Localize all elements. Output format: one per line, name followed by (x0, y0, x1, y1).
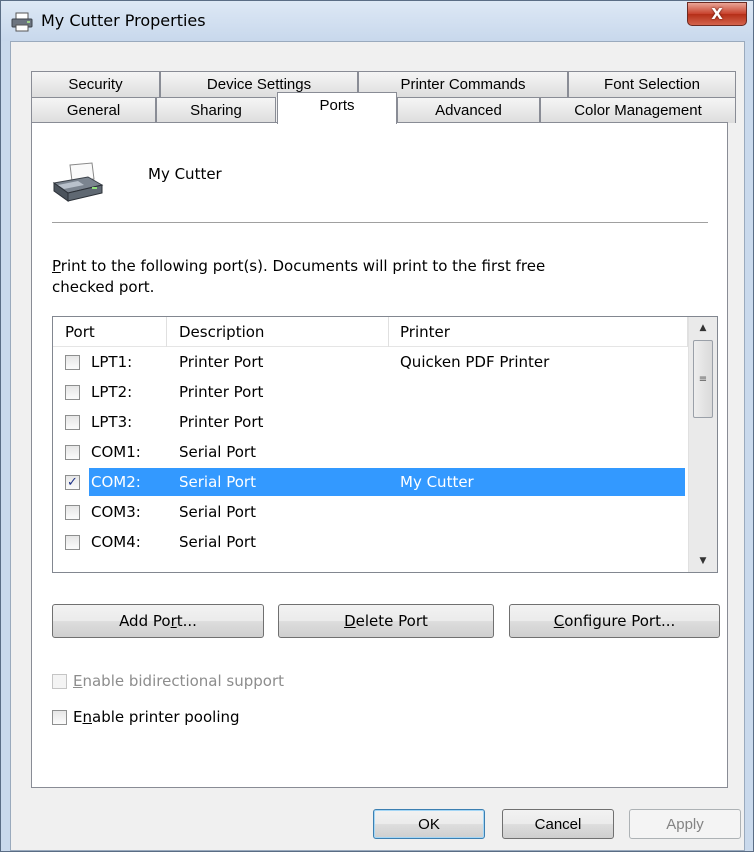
printer-cell: Quicken PDF Printer (400, 353, 550, 371)
port-cell: COM1: (91, 443, 141, 461)
cancel-button[interactable]: Cancel (502, 809, 614, 839)
tab-sharing[interactable]: Sharing (156, 97, 276, 123)
close-button[interactable]: X (687, 2, 747, 26)
title-bar[interactable]: My Cutter Properties X (1, 1, 753, 41)
tab-security[interactable]: Security (31, 71, 160, 97)
button-label: OK (418, 815, 440, 833)
column-header-printer[interactable]: Printer (400, 317, 450, 347)
button-label: Cancel (534, 815, 582, 833)
add-port-button[interactable]: Add Po r t... (52, 604, 264, 638)
description-cell: Serial Port (179, 473, 256, 491)
ports-list[interactable]: Port Description Printer LPT1: Printer P… (52, 316, 718, 573)
column-divider[interactable] (388, 317, 389, 347)
description-cell: Serial Port (179, 533, 256, 551)
ports-tab-panel: My Cutter Print to the following port(s)… (31, 122, 728, 788)
scroll-down-icon[interactable]: ▼ (689, 550, 717, 572)
port-checkbox-checked[interactable]: ✓ (65, 475, 80, 490)
ok-button[interactable]: OK (373, 809, 485, 839)
delete-port-button[interactable]: Delete Port (278, 604, 494, 638)
column-divider[interactable] (166, 317, 167, 347)
separator (52, 222, 708, 223)
button-mnemonic: D (344, 612, 356, 630)
port-checkbox[interactable] (65, 445, 80, 460)
printer-icon (52, 162, 104, 202)
description-line2: checked port. (52, 278, 155, 296)
description-cell: Printer Port (179, 353, 264, 371)
printer-pooling-option[interactable]: Enable printer pooling (52, 706, 240, 728)
button-mnemonic: C (553, 612, 565, 630)
port-cell: COM3: (91, 503, 141, 521)
tab-advanced[interactable]: Advanced (397, 97, 540, 123)
tab-label: Security (68, 76, 123, 93)
tab-label: General (66, 102, 121, 119)
tab-label: Sharing (190, 102, 242, 119)
grip-icon: ≡ (698, 373, 708, 385)
dialog-body: Security Device Settings Printer Command… (10, 41, 745, 851)
description-cell: Printer Port (179, 383, 264, 401)
printer-name: My Cutter (148, 165, 222, 183)
table-row[interactable]: COM1: Serial Port (53, 437, 689, 467)
port-cell: COM2: (91, 473, 141, 491)
tab-ports[interactable]: Ports (277, 92, 397, 124)
list-header: Port Description Printer (53, 317, 689, 347)
bidirectional-label: Enable bidirectional support (73, 672, 284, 690)
tab-font-selection[interactable]: Font Selection (568, 71, 736, 97)
close-icon: X (711, 5, 723, 23)
option-text: able printer pooling (92, 708, 240, 726)
tab-label: Color Management (574, 102, 702, 119)
tab-color-management[interactable]: Color Management (540, 97, 736, 123)
tab-label: Advanced (435, 102, 502, 119)
button-label: Apply (666, 815, 704, 833)
description-mnemonic: P (52, 257, 61, 275)
description-cell: Serial Port (179, 443, 256, 461)
port-checkbox[interactable] (65, 355, 80, 370)
description-cell: Serial Port (179, 503, 256, 521)
tab-label: Ports (319, 97, 355, 114)
port-checkbox[interactable] (65, 415, 80, 430)
printer-pooling-checkbox[interactable] (52, 709, 67, 725)
description-cell: Printer Port (179, 413, 264, 431)
column-header-port[interactable]: Port (65, 317, 95, 347)
table-row[interactable]: LPT3: Printer Port (53, 407, 689, 437)
description-line1: rint to the following port(s). Documents… (60, 257, 546, 275)
tab-label: Font Selection (604, 76, 700, 93)
printer-title-icon (11, 12, 33, 32)
bidirectional-checkbox (52, 673, 67, 689)
scroll-up-icon[interactable]: ▲ (689, 317, 717, 339)
option-mnemonic: n (82, 708, 92, 726)
port-checkbox[interactable] (65, 505, 80, 520)
properties-window: My Cutter Properties X Security Device S… (0, 0, 754, 852)
apply-button: Apply (629, 809, 741, 839)
column-header-description[interactable]: Description (179, 317, 264, 347)
configure-port-button[interactable]: Configure Port... (509, 604, 720, 638)
port-cell: COM4: (91, 533, 141, 551)
table-row[interactable]: LPT1: Printer Port Quicken PDF Printer (53, 347, 689, 377)
scroll-thumb[interactable]: ≡ (693, 340, 713, 418)
vertical-scrollbar[interactable]: ▲ ≡ ▼ (688, 317, 717, 572)
window-title: My Cutter Properties (41, 11, 206, 30)
port-cell: LPT2: (91, 383, 133, 401)
button-label: onfigure Port... (564, 612, 676, 630)
button-label: t... (176, 612, 197, 630)
printer-pooling-label[interactable]: Enable printer pooling (73, 708, 240, 726)
bidirectional-support-option: Enable bidirectional support (52, 670, 284, 692)
tab-general[interactable]: General (31, 97, 156, 123)
option-text: nable bidirectional support (82, 672, 285, 690)
port-cell: LPT1: (91, 353, 133, 371)
table-row-selected[interactable]: ✓ COM2: Serial Port My Cutter (53, 467, 689, 497)
tab-label: Printer Commands (400, 76, 526, 93)
tab-label: Device Settings (206, 76, 312, 93)
table-row[interactable]: LPT2: Printer Port (53, 377, 689, 407)
check-mark-icon: ✓ (67, 475, 78, 490)
port-checkbox[interactable] (65, 385, 80, 400)
button-label: Add Po (119, 612, 171, 630)
table-row[interactable]: COM3: Serial Port (53, 497, 689, 527)
port-cell: LPT3: (91, 413, 133, 431)
port-checkbox[interactable] (65, 535, 80, 550)
printer-cell: My Cutter (400, 473, 474, 491)
ports-description: Print to the following port(s). Document… (52, 256, 652, 298)
table-row[interactable]: COM4: Serial Port (53, 527, 689, 557)
button-label: elete Port (355, 612, 428, 630)
